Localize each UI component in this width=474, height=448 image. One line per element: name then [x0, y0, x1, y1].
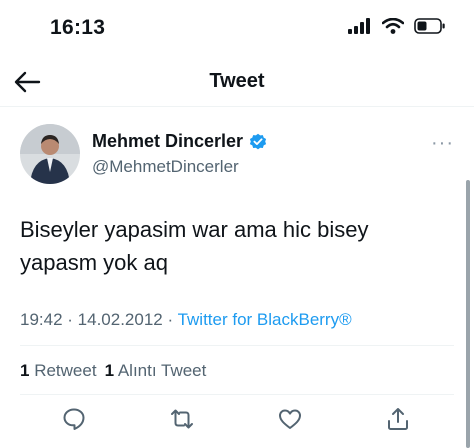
- share-icon[interactable]: [385, 406, 411, 432]
- retweet-stat[interactable]: 1 Retweet: [20, 361, 97, 381]
- wifi-icon: [382, 18, 404, 34]
- tweet-source[interactable]: Twitter for BlackBerry®: [178, 310, 352, 329]
- status-bar: 16:13: [0, 0, 474, 58]
- verified-badge-icon: [249, 133, 267, 149]
- retweet-count: 1: [20, 361, 30, 380]
- retweet-label: Retweet: [34, 361, 97, 380]
- author-name-row: Mehmet Dincerler: [92, 131, 267, 152]
- divider: [20, 394, 454, 395]
- author-handle[interactable]: @MehmetDincerler: [92, 157, 239, 177]
- battery-icon: [414, 18, 445, 34]
- avatar-image: [20, 124, 80, 184]
- scrollbar[interactable]: [466, 180, 470, 448]
- retweet-icon[interactable]: [169, 406, 195, 432]
- tweet-text-line-2: yapasm yok aq: [20, 250, 168, 275]
- tweet-time[interactable]: 19:42: [20, 310, 63, 329]
- action-bar: [0, 400, 474, 448]
- quote-count: 1: [104, 361, 115, 380]
- page-title: Tweet: [209, 70, 265, 92]
- signal-icon: [348, 18, 370, 34]
- like-icon[interactable]: [277, 406, 303, 432]
- status-icons: [348, 18, 446, 34]
- tweet-date[interactable]: 14.02.2012: [78, 310, 163, 329]
- reply-icon[interactable]: [61, 406, 87, 432]
- tweet-stats: 1 Retweet 1 Alıntı Tweet: [20, 361, 206, 381]
- more-options-icon[interactable]: ···: [431, 132, 454, 155]
- tweet-text-line-1: Biseyler yapasim war ama hic bisey: [20, 217, 369, 242]
- status-time: 16:13: [50, 16, 106, 39]
- nav-bar: Tweet: [0, 58, 474, 107]
- quote-stat[interactable]: 1 Alıntı Tweet: [105, 361, 207, 381]
- author-name[interactable]: Mehmet Dincerler: [92, 131, 243, 152]
- meta-separator: ·: [62, 310, 78, 329]
- meta-separator: ·: [162, 310, 178, 329]
- divider: [20, 345, 454, 346]
- quote-label: Alıntı Tweet: [117, 361, 207, 380]
- avatar[interactable]: [20, 124, 80, 184]
- tweet-meta: 19:42 · 14.02.2012 · Twitter for BlackBe…: [20, 310, 352, 330]
- tweet-text: Biseyler yapasim war ama hic bisey yapas…: [20, 213, 450, 279]
